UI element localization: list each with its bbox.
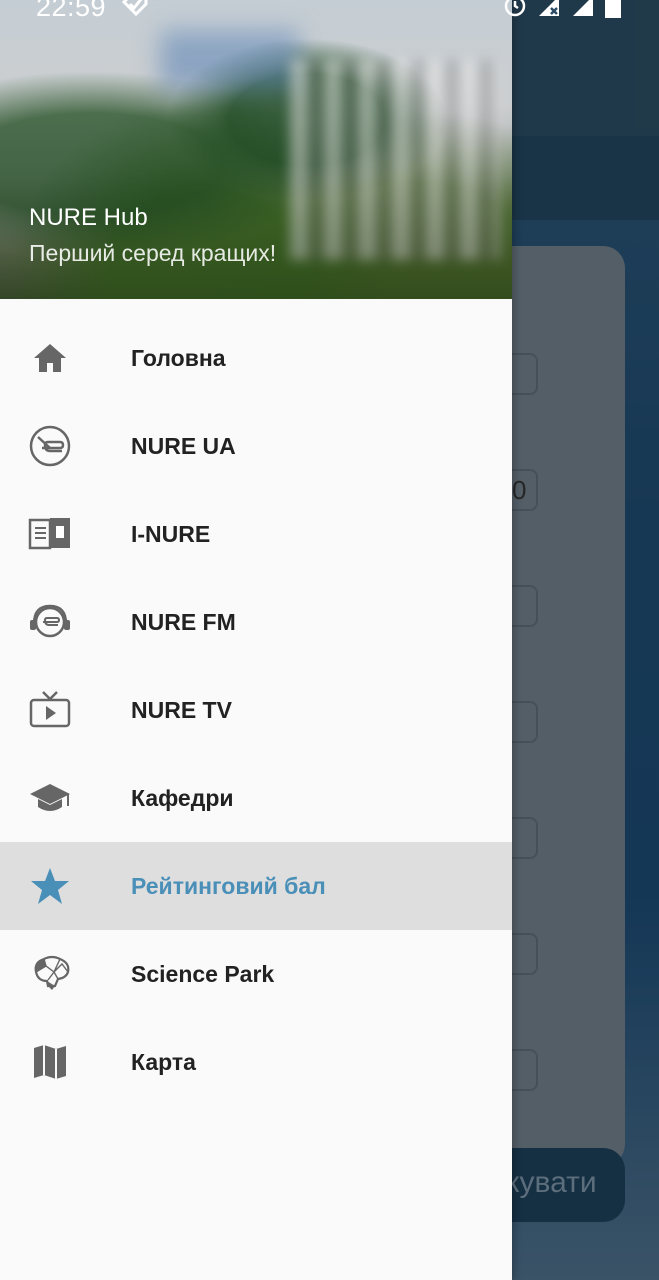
menu-item-map[interactable]: Карта	[0, 1018, 512, 1106]
menu-item-nure-fm[interactable]: NURE FM	[0, 578, 512, 666]
graduation-cap-icon	[28, 776, 72, 820]
home-icon	[28, 336, 72, 380]
menu-item-nure-ua[interactable]: NURE UA	[0, 402, 512, 490]
menu-item-label: Science Park	[131, 961, 275, 987]
menu-item-rating-score[interactable]: Рейтинговий бал	[0, 842, 512, 930]
menu-item-departments[interactable]: Кафедри	[0, 754, 512, 842]
brain-icon	[28, 952, 72, 996]
menu-item-i-nure[interactable]: I-NURE	[0, 490, 512, 578]
map-icon	[28, 1040, 72, 1084]
menu-item-label: Головна	[131, 345, 226, 371]
menu-item-nure-tv[interactable]: NURE TV	[0, 666, 512, 754]
signal-no-data-icon	[537, 0, 561, 23]
menu-item-label: Карта	[131, 1049, 196, 1075]
menu-item-science-park[interactable]: Science Park	[0, 930, 512, 1018]
status-icons	[503, 0, 621, 23]
menu-item-label: Кафедри	[131, 785, 234, 811]
drawer-menu: Головна NURE UA I-NURE NURE FM NURE TV К…	[0, 314, 512, 1106]
battery-icon	[605, 0, 621, 23]
status-bar: 22:59	[0, 0, 659, 32]
drawer-subtitle: Перший серед кращих!	[29, 240, 277, 266]
alarm-clock-icon	[503, 0, 527, 23]
navigation-drawer: NURE Hub Перший серед кращих! Головна NU…	[0, 0, 512, 1280]
drawer-header: NURE Hub Перший серед кращих!	[0, 0, 512, 299]
drawer-title: NURE Hub	[29, 204, 148, 231]
notification-tag-icon	[120, 0, 148, 21]
headphones-logo-icon	[28, 600, 72, 644]
tv-icon	[28, 688, 72, 732]
cellular-signal-icon	[571, 0, 595, 23]
status-time: 22:59	[36, 0, 107, 22]
menu-item-label: NURE TV	[131, 697, 232, 723]
menu-item-label: NURE UA	[131, 433, 236, 459]
menu-item-label: Рейтинговий бал	[131, 873, 326, 899]
book-icon	[28, 512, 72, 556]
menu-item-label: NURE FM	[131, 609, 236, 635]
nure-logo-icon	[28, 424, 72, 468]
star-icon	[28, 864, 72, 908]
menu-item-label: I-NURE	[131, 521, 211, 547]
menu-item-home[interactable]: Головна	[0, 314, 512, 402]
